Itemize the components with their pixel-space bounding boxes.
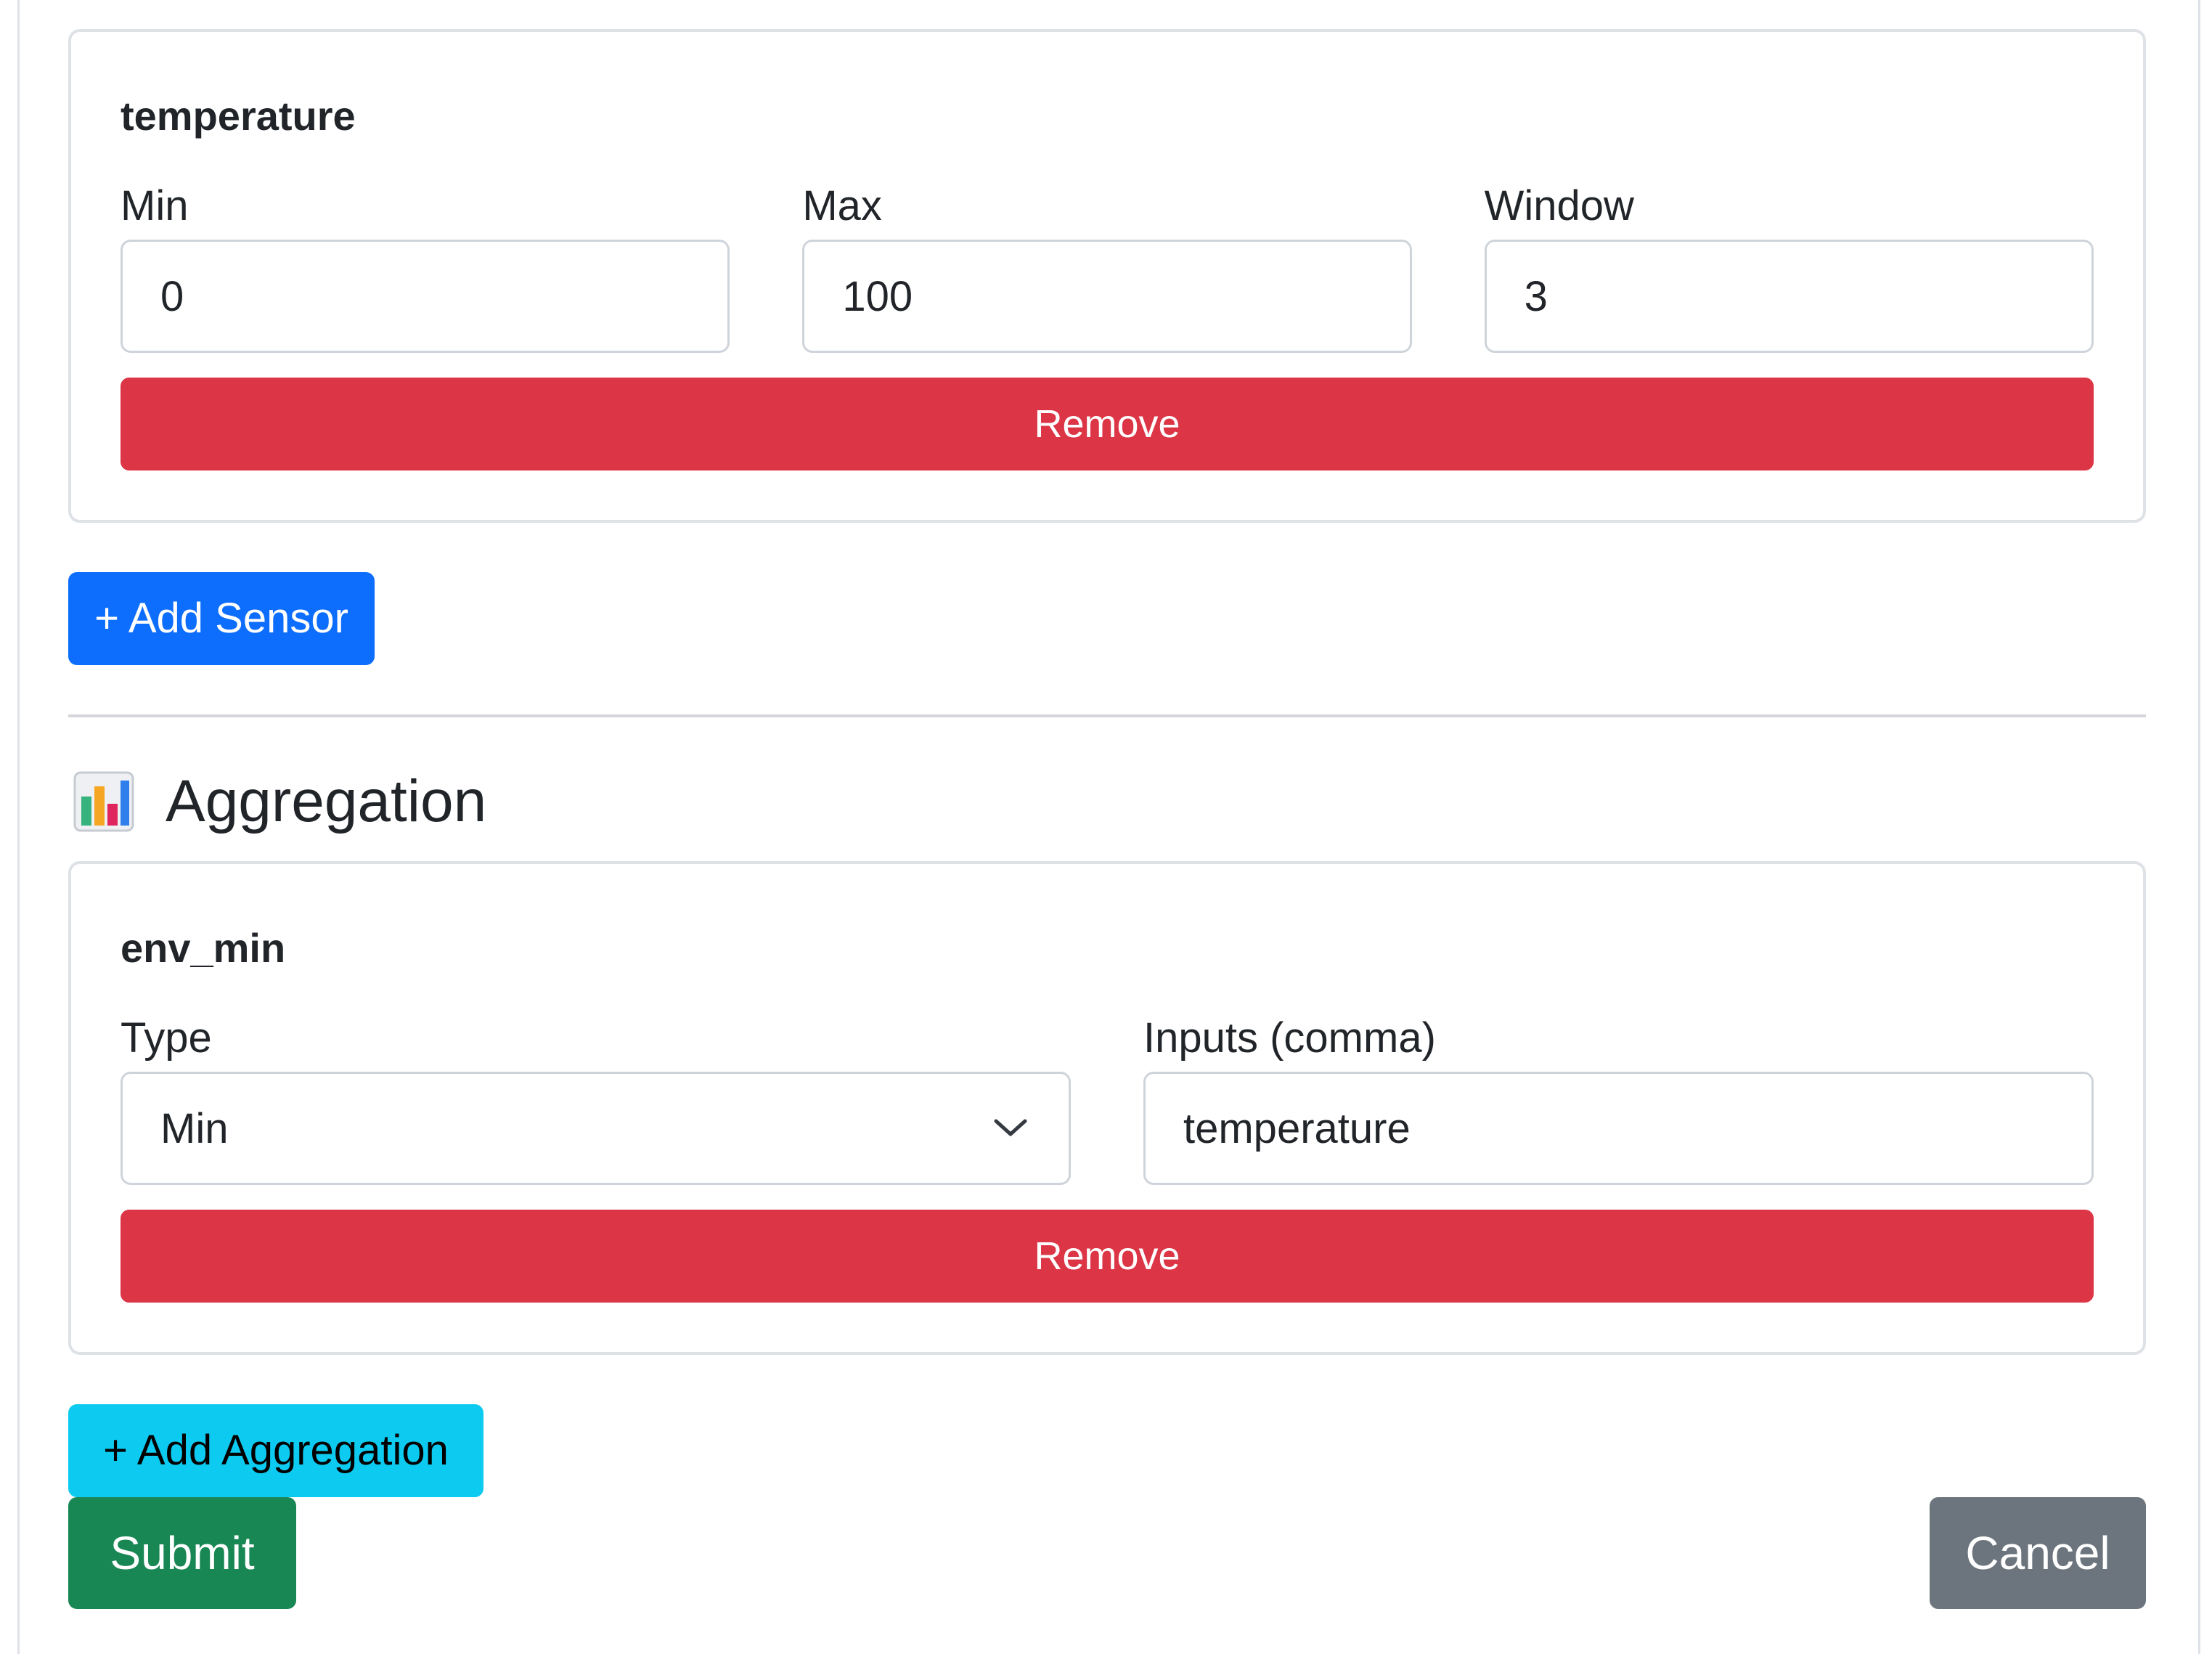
- aggregation-heading: Aggregation: [68, 768, 2146, 835]
- type-select[interactable]: Min: [121, 1072, 1071, 1185]
- inputs-group: Inputs (comma) temperature: [1143, 1015, 2094, 1185]
- section-divider: [68, 714, 2146, 717]
- window-label: Window: [1484, 182, 1634, 229]
- min-group: Min 0: [121, 183, 730, 353]
- window-value: 3: [1524, 272, 1548, 320]
- form-container: temperature Min 0 Max 100 Window 3 Remov…: [68, 29, 2146, 1609]
- sensor-card: temperature Min 0 Max 100 Window 3 Remov…: [68, 29, 2146, 523]
- min-label: Min: [121, 182, 189, 229]
- aggregation-title: Aggregation: [166, 768, 487, 834]
- inputs-value: temperature: [1183, 1104, 1411, 1152]
- type-label: Type: [121, 1014, 212, 1062]
- inputs-label: Inputs (comma): [1143, 1014, 1436, 1062]
- max-label: Max: [802, 182, 882, 229]
- max-input[interactable]: 100: [802, 240, 1412, 353]
- right-border: [2198, 0, 2200, 1654]
- sensor-name: temperature: [121, 93, 356, 139]
- type-group: Type Min: [121, 1015, 1071, 1185]
- remove-aggregation-button[interactable]: Remove: [121, 1210, 2094, 1303]
- aggregation-name: env_min: [121, 925, 286, 971]
- sensor-fields-row: Min 0 Max 100 Window 3: [121, 183, 2094, 353]
- max-group: Max 100: [802, 182, 1412, 353]
- type-selected-value: Min: [160, 1104, 229, 1152]
- bar-chart-icon: [73, 771, 134, 832]
- window-input[interactable]: 3: [1484, 240, 2094, 353]
- submit-button[interactable]: Submit: [68, 1497, 296, 1609]
- min-input[interactable]: 0: [121, 240, 730, 353]
- max-value: 100: [842, 272, 913, 320]
- aggregation-fields-row: Type Min Inputs (comma) temperature: [121, 1015, 2094, 1185]
- left-border: [17, 0, 20, 1654]
- add-aggregation-button[interactable]: + Add Aggregation: [68, 1404, 483, 1497]
- window-group: Window 3: [1484, 182, 2094, 353]
- remove-sensor-button[interactable]: Remove: [121, 378, 2094, 470]
- add-sensor-button[interactable]: + Add Sensor: [68, 572, 375, 665]
- min-value: 0: [160, 272, 184, 320]
- aggregation-card: env_min Type Min Inputs (comma) temperat…: [68, 861, 2146, 1355]
- form-footer: Submit Cancel: [68, 1497, 2146, 1609]
- chevron-down-icon: [994, 1119, 1027, 1136]
- inputs-field[interactable]: temperature: [1143, 1072, 2094, 1185]
- cancel-button[interactable]: Cancel: [1930, 1497, 2146, 1609]
